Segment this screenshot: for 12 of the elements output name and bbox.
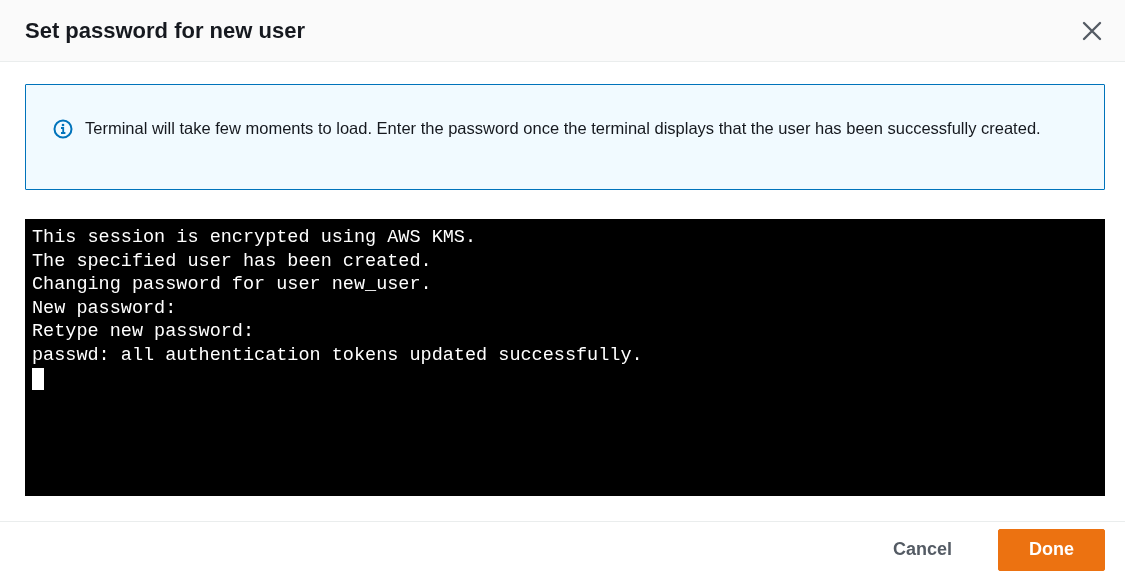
info-icon — [53, 119, 73, 139]
terminal-line: passwd: all authentication tokens updated successfully. — [32, 343, 644, 367]
info-message: Terminal will take few moments to load. Enter the password once the terminal displays that the user has been successfully created. — [85, 118, 1041, 139]
terminal-line: This session is encrypted using AWS KMS. — [32, 226, 478, 250]
terminal-line: New password: — [32, 296, 178, 320]
terminal-panel[interactable] — [25, 219, 1105, 496]
cancel-button[interactable]: Cancel — [866, 528, 978, 571]
terminal-line: Retype new password: — [32, 320, 256, 344]
terminal-line: Changing password for user new_user. — [32, 273, 433, 297]
close-icon — [1081, 19, 1103, 42]
terminal-line: The specified user has been created. — [32, 249, 433, 273]
dialog-title: Set password for new user — [25, 17, 305, 44]
